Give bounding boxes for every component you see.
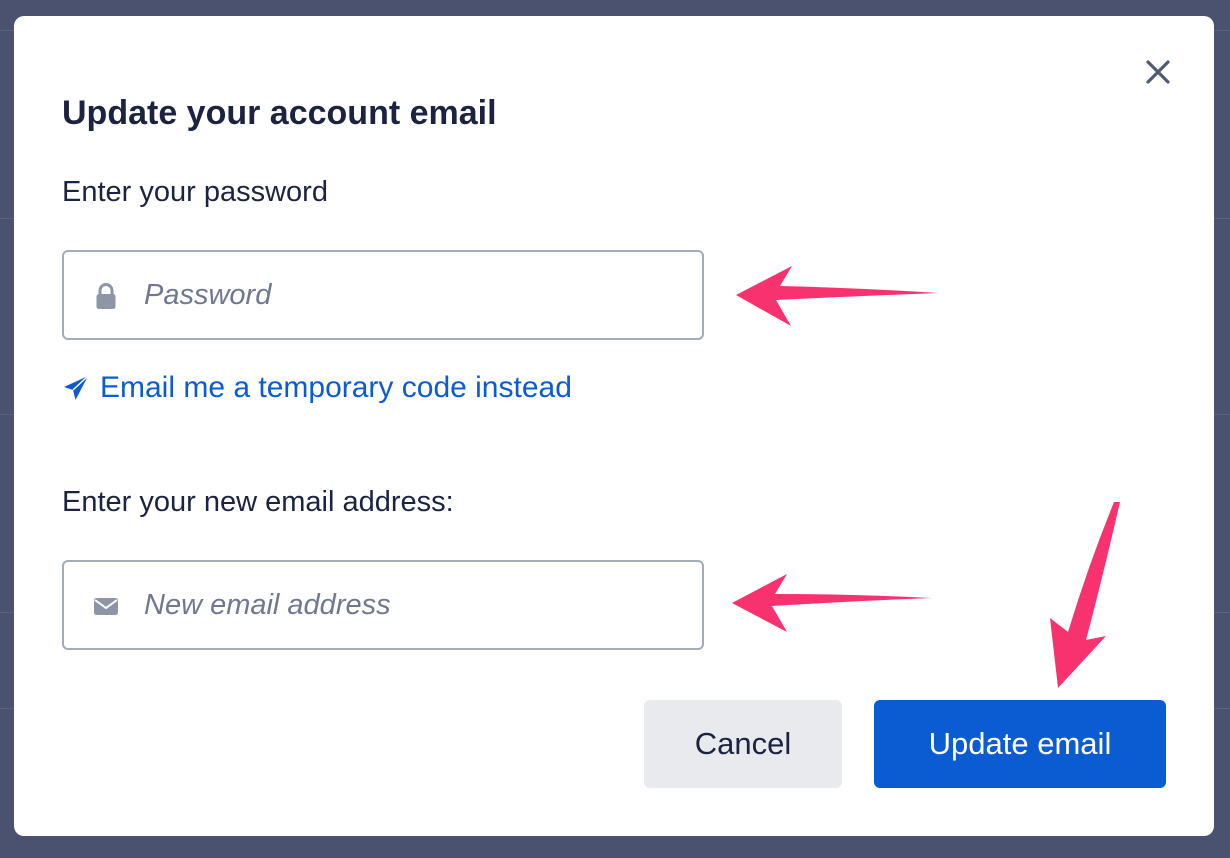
- background-divider: [1214, 30, 1230, 31]
- new-email-input[interactable]: [144, 562, 684, 648]
- envelope-icon: [94, 598, 118, 615]
- email-temporary-code-link[interactable]: Email me a temporary code instead: [62, 368, 572, 408]
- dialog-title: Update your account email: [62, 94, 497, 132]
- close-button[interactable]: [1140, 54, 1176, 90]
- background-divider: [0, 414, 14, 415]
- password-input[interactable]: [144, 252, 684, 338]
- new-email-field[interactable]: [62, 560, 704, 650]
- background-divider: [1214, 708, 1230, 709]
- temporary-code-link-label: Email me a temporary code instead: [100, 371, 572, 404]
- background-divider: [0, 30, 14, 31]
- update-email-dialog: Update your account email Enter your pas…: [14, 16, 1214, 836]
- cancel-button[interactable]: Cancel: [644, 700, 842, 788]
- close-icon: [1146, 60, 1170, 84]
- new-email-label: Enter your new email address:: [62, 486, 454, 518]
- password-field[interactable]: [62, 250, 704, 340]
- password-label: Enter your password: [62, 176, 328, 208]
- lock-icon: [96, 283, 116, 309]
- background-divider: [1214, 414, 1230, 415]
- paper-plane-icon: [64, 375, 89, 400]
- background-divider: [0, 708, 14, 709]
- background-divider: [0, 218, 14, 219]
- background-divider: [0, 612, 14, 613]
- update-email-button[interactable]: Update email: [874, 700, 1166, 788]
- background-divider: [1214, 218, 1230, 219]
- background-divider: [1214, 612, 1230, 613]
